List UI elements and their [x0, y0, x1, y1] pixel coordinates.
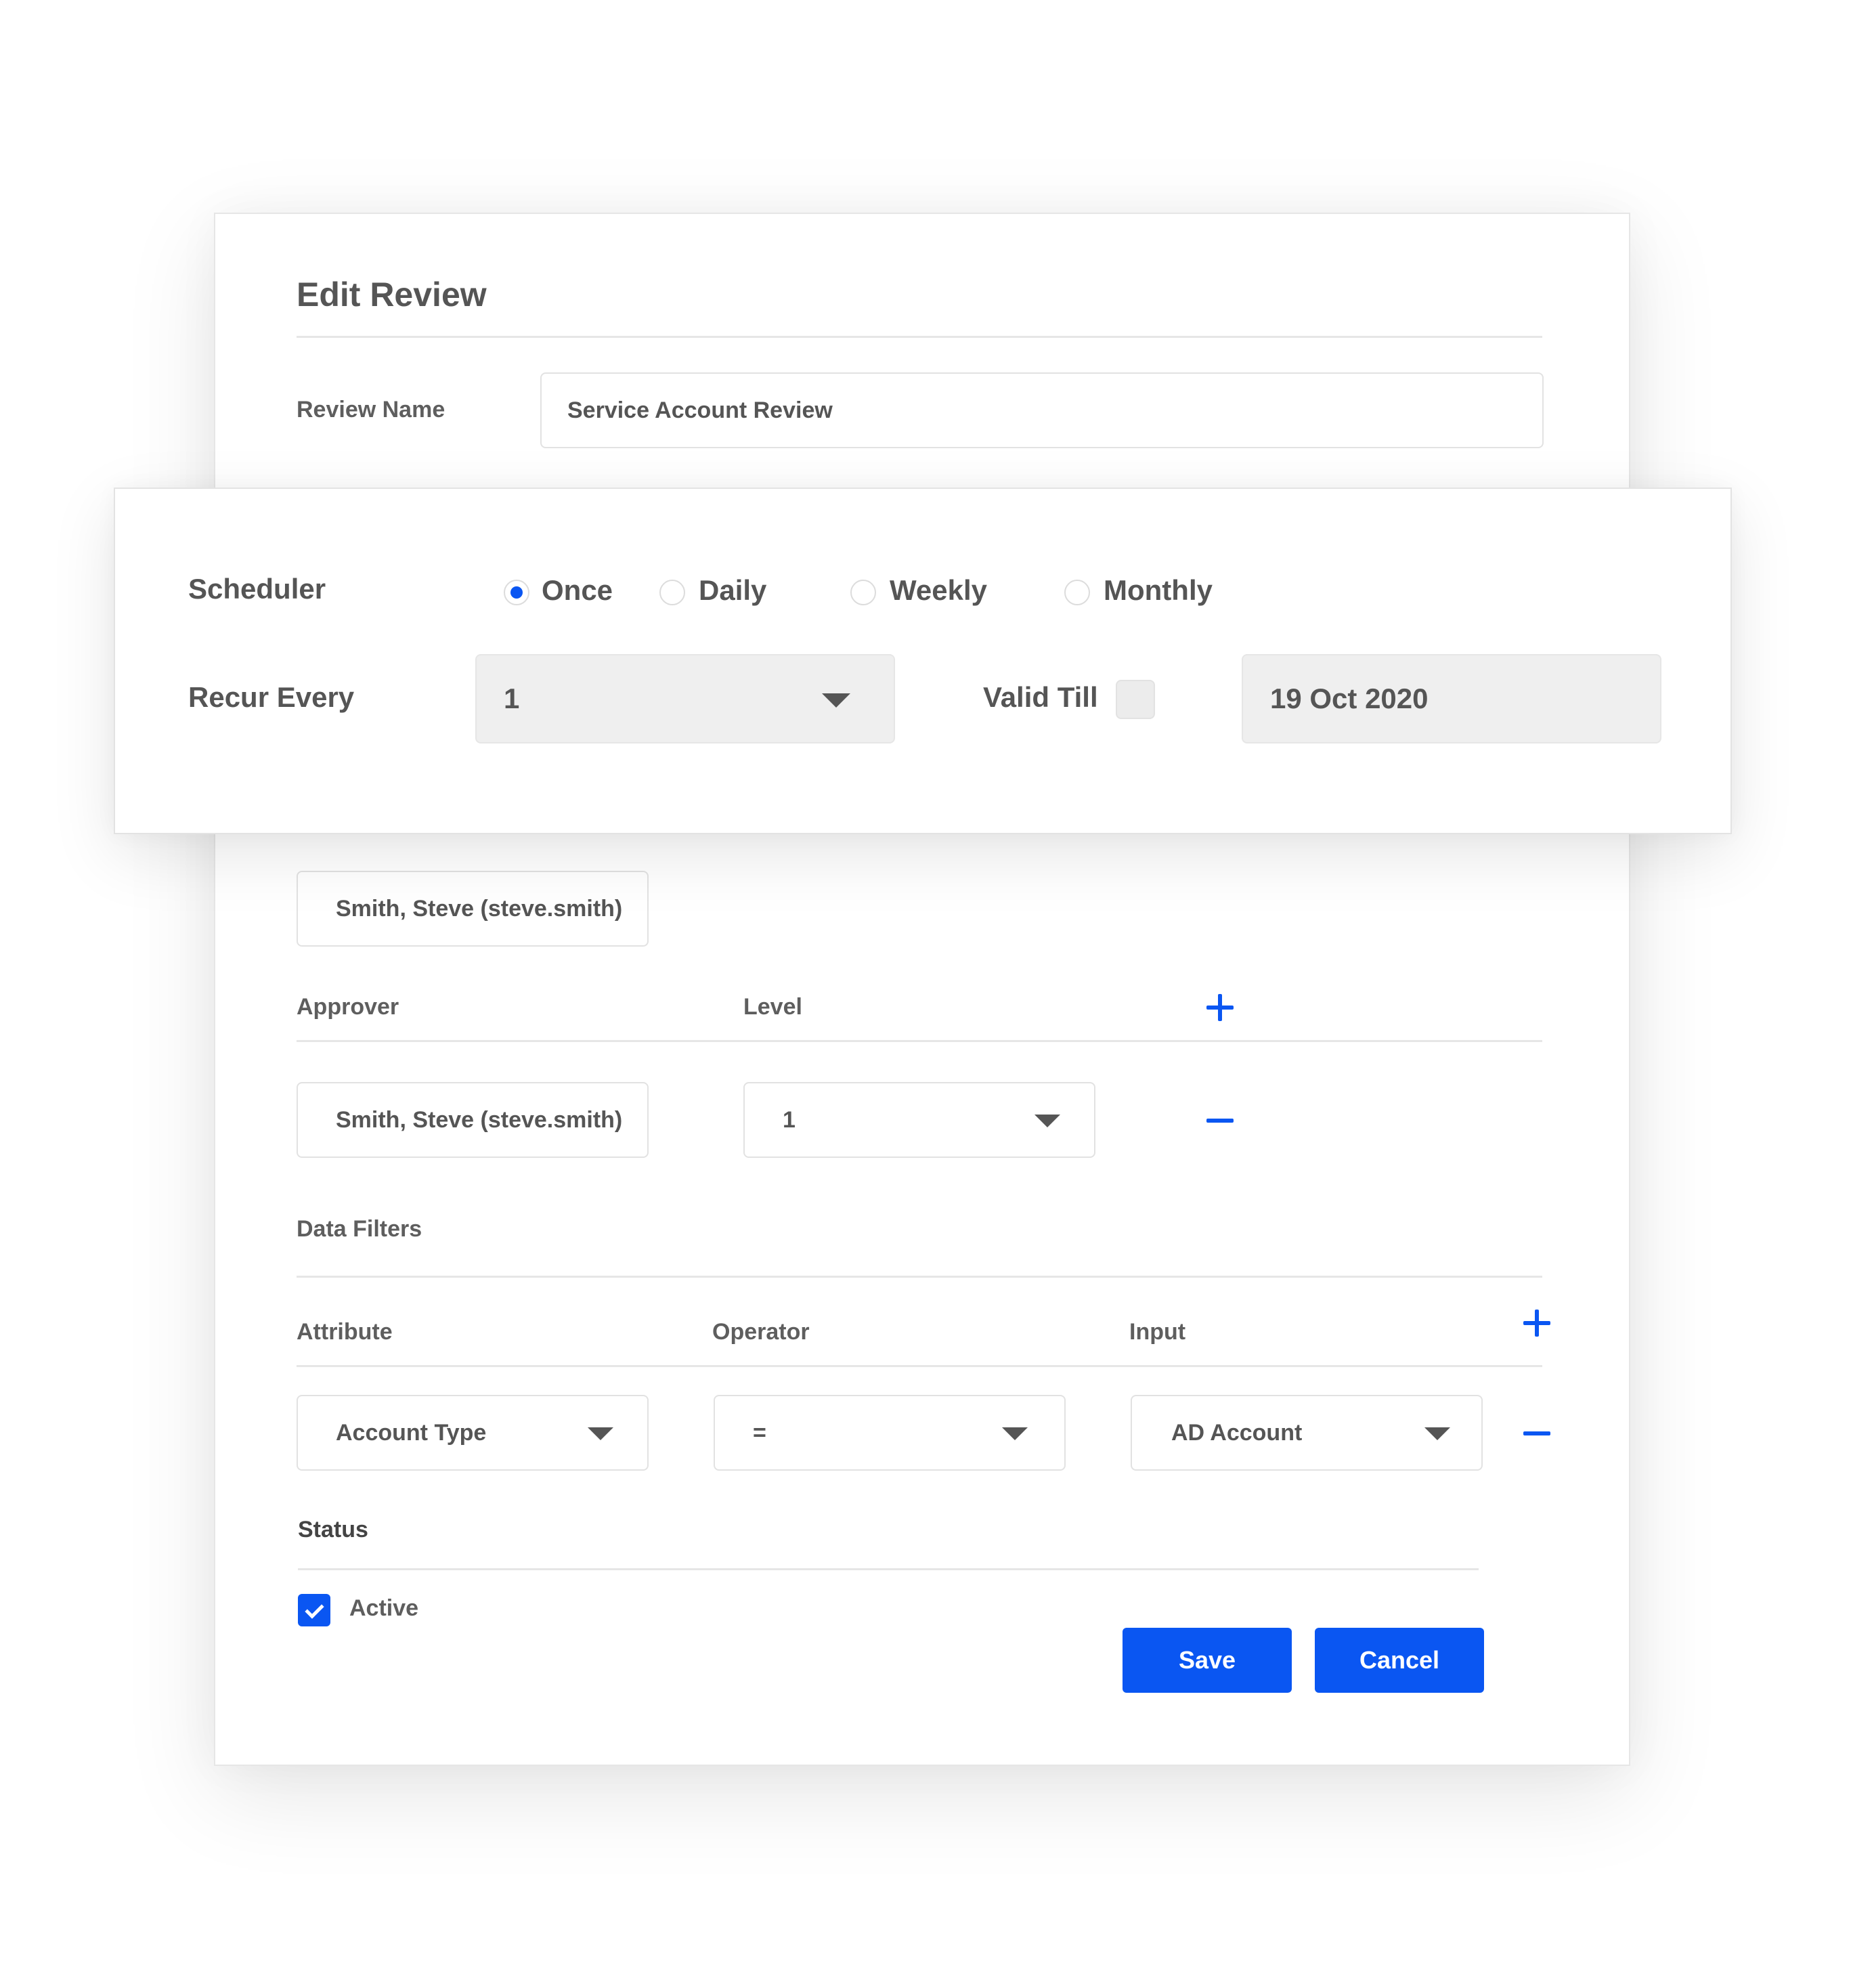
- radio-once-label: Once: [542, 574, 613, 606]
- operator-select[interactable]: =: [714, 1395, 1066, 1471]
- page-title: Edit Review: [297, 276, 487, 314]
- approver-value: Smith, Steve (steve.smith): [336, 1106, 623, 1133]
- radio-monthly[interactable]: [1064, 580, 1090, 605]
- level-header: Level: [743, 994, 802, 1020]
- radio-once[interactable]: [504, 580, 529, 605]
- add-approver-plus-icon[interactable]: [1206, 994, 1234, 1021]
- radio-weekly-label: Weekly: [890, 574, 987, 606]
- approver-divider: [297, 1040, 1542, 1042]
- review-name-label: Review Name: [297, 397, 445, 423]
- recur-every-select[interactable]: 1: [475, 654, 895, 743]
- attribute-select[interactable]: Account Type: [297, 1395, 649, 1471]
- filter-header-divider: [297, 1365, 1542, 1367]
- status-title: Status: [298, 1517, 368, 1542]
- input-select[interactable]: AD Account: [1131, 1395, 1483, 1471]
- attribute-header: Attribute: [297, 1319, 393, 1345]
- owner-input[interactable]: Smith, Steve (steve.smith): [297, 871, 649, 947]
- input-value: AD Account: [1171, 1419, 1303, 1446]
- add-filter-plus-icon[interactable]: [1523, 1310, 1550, 1337]
- radio-daily-label: Daily: [699, 574, 767, 606]
- dropdown-caret-icon: [822, 693, 850, 708]
- radio-monthly-label: Monthly: [1104, 574, 1213, 606]
- title-divider: [297, 336, 1542, 338]
- operator-value: =: [753, 1419, 766, 1446]
- radio-weekly[interactable]: [850, 580, 876, 605]
- remove-approver-minus-icon[interactable]: [1206, 1119, 1234, 1123]
- radio-daily[interactable]: [659, 580, 685, 605]
- valid-till-label: Valid Till: [983, 681, 1098, 713]
- approver-header: Approver: [297, 994, 399, 1020]
- valid-till-date-value: 19 Oct 2020: [1270, 683, 1429, 714]
- remove-filter-minus-icon[interactable]: [1523, 1431, 1550, 1435]
- data-filters-divider: [297, 1276, 1542, 1278]
- active-label: Active: [349, 1595, 419, 1621]
- scheduler-panel: Scheduler Once Daily Weekly Monthly Recu…: [114, 488, 1732, 834]
- edit-review-card: Edit Review Review Name Service Account …: [214, 213, 1630, 1766]
- valid-till-date-input[interactable]: 19 Oct 2020: [1242, 654, 1661, 743]
- active-checkbox[interactable]: [298, 1594, 330, 1626]
- valid-till-checkbox[interactable]: [1116, 680, 1155, 719]
- review-name-input[interactable]: Service Account Review: [540, 372, 1544, 448]
- dropdown-caret-icon: [1035, 1115, 1060, 1127]
- dropdown-caret-icon: [1002, 1427, 1028, 1440]
- approver-input[interactable]: Smith, Steve (steve.smith): [297, 1082, 649, 1158]
- level-value: 1: [783, 1106, 796, 1133]
- cancel-button[interactable]: Cancel: [1315, 1628, 1484, 1693]
- save-button[interactable]: Save: [1123, 1628, 1292, 1693]
- owner-value: Smith, Steve (steve.smith): [336, 895, 623, 922]
- dropdown-caret-icon: [588, 1427, 613, 1440]
- status-divider: [298, 1568, 1479, 1570]
- recur-every-label: Recur Every: [188, 681, 355, 713]
- data-filters-title: Data Filters: [297, 1216, 422, 1242]
- operator-header: Operator: [712, 1319, 810, 1345]
- attribute-value: Account Type: [336, 1419, 487, 1446]
- review-name-value: Service Account Review: [567, 397, 833, 423]
- recur-every-value: 1: [504, 683, 520, 714]
- dropdown-caret-icon: [1424, 1427, 1450, 1440]
- scheduler-label: Scheduler: [188, 573, 326, 605]
- level-select[interactable]: 1: [743, 1082, 1095, 1158]
- input-header: Input: [1129, 1319, 1186, 1345]
